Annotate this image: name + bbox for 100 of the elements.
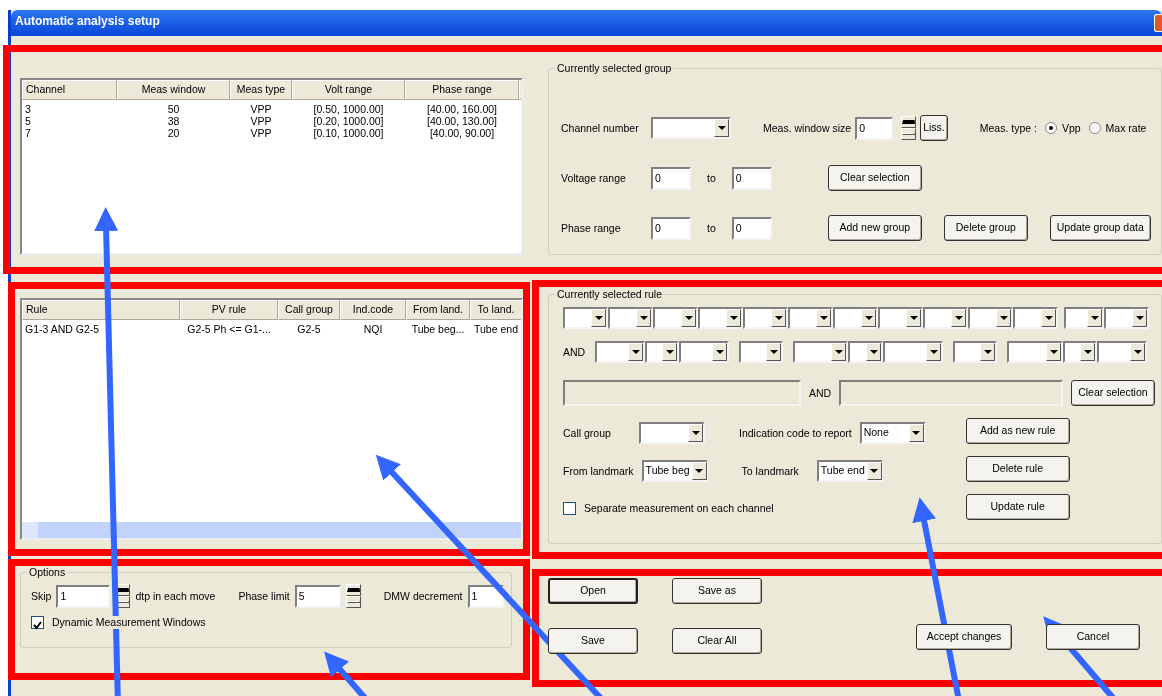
spin-buttons[interactable] [345, 584, 361, 608]
input-field[interactable]: 5 [294, 584, 341, 608]
input-field[interactable]: 0 [731, 216, 772, 240]
table-cell-text: 7 [24, 126, 32, 139]
column-header[interactable]: To land. [470, 300, 521, 320]
table-cell-text: 3 [24, 102, 32, 115]
dropdown[interactable] [1097, 341, 1147, 363]
dropdown[interactable] [1013, 307, 1058, 329]
spin-buttons[interactable] [901, 116, 917, 140]
dropdown[interactable] [878, 307, 923, 329]
spin-buttons[interactable] [115, 584, 131, 608]
table-cell-text: NQI [362, 322, 384, 335]
field-label: Indication code to report [739, 426, 852, 440]
radio-button[interactable] [1088, 122, 1101, 134]
input-field[interactable]: 1 [467, 584, 504, 608]
dropdown[interactable] [788, 307, 833, 329]
radio-label: Max rate [1105, 121, 1147, 135]
dropdown[interactable]: None [859, 422, 926, 444]
group-title: Options [27, 566, 68, 579]
dropdown[interactable]: Tube beg [641, 460, 708, 482]
window-title: Automatic analysis setup [15, 14, 160, 28]
column-header[interactable]: Ind.code [340, 300, 406, 320]
field-label: From landmark [563, 464, 634, 478]
dropdown[interactable] [653, 307, 698, 329]
column-header[interactable]: Rule [22, 300, 180, 320]
radio-label: Vpp [1061, 121, 1081, 135]
button[interactable]: Add new group [827, 215, 922, 241]
button[interactable]: Delete group [943, 215, 1028, 241]
dropdown[interactable] [953, 341, 997, 363]
dropdown[interactable] [645, 341, 679, 363]
dropdown[interactable] [739, 341, 783, 363]
radio-button[interactable] [1044, 122, 1057, 134]
dropdown[interactable] [1007, 341, 1063, 363]
input-field[interactable]: 0 [651, 166, 691, 190]
table-cell-text: G1-3 AND G2-5 [24, 322, 101, 335]
dropdown[interactable] [848, 341, 883, 363]
button[interactable]: Clear selection [1071, 380, 1155, 406]
button[interactable]: Clear selection [827, 165, 922, 191]
dropdown[interactable] [651, 117, 731, 139]
button[interactable]: Accept changes [916, 624, 1012, 650]
dropdown[interactable] [608, 307, 653, 329]
button[interactable]: Open [548, 578, 638, 604]
dropdown[interactable] [793, 341, 848, 363]
column-header[interactable]: Channel [22, 80, 117, 100]
table-cell-text: [40.00, 130.00] [425, 114, 499, 127]
column-header[interactable]: Meas type [230, 80, 292, 100]
table-cell-text: 5 [24, 114, 32, 127]
table-cell-text: [0.20, 1000.00] [312, 114, 385, 127]
field-label: To landmark [741, 464, 799, 478]
table-cell-text: G2-5 Ph <= G1-... [186, 322, 272, 335]
button[interactable]: Save as [672, 578, 762, 604]
table-cell-text: G2-5 [296, 322, 322, 335]
field-label: DMW decrement [383, 589, 463, 603]
input-field[interactable]: 0 [651, 216, 691, 240]
dropdown[interactable]: Tube end [816, 460, 883, 482]
dropdown[interactable] [595, 341, 645, 363]
dropdown[interactable] [639, 422, 705, 444]
column-header[interactable]: Phase range [405, 80, 519, 100]
table-cell-text: Tube beg... [410, 322, 466, 335]
field-label: Meas. window size [763, 121, 852, 135]
dropdown[interactable] [1104, 307, 1149, 329]
column-header[interactable]: From land. [406, 300, 470, 320]
column-header[interactable]: Volt range [292, 80, 405, 100]
dropdown[interactable] [883, 341, 943, 363]
close-button[interactable] [1154, 14, 1162, 32]
table-cell-text: Tube end [473, 322, 519, 335]
table-cell-text: [40.00, 90.00] [429, 126, 495, 139]
dropdown[interactable] [1064, 307, 1104, 329]
dropdown[interactable] [968, 307, 1013, 329]
input-field[interactable]: 0 [731, 166, 772, 190]
column-header[interactable]: Meas window [117, 80, 230, 100]
dropdown[interactable] [833, 307, 878, 329]
table-cell-text: [0.50, 1000.00] [312, 102, 385, 115]
horizontal-scrollbar[interactable] [22, 522, 521, 538]
input-field[interactable]: 1 [56, 584, 111, 608]
button[interactable]: Cancel [1046, 624, 1140, 650]
dropdown[interactable] [698, 307, 743, 329]
column-header[interactable]: Call group [278, 300, 340, 320]
input-field[interactable]: 0 [855, 116, 894, 140]
button[interactable]: Update rule [965, 494, 1070, 520]
checkbox-label: Separate measurement on each channel [584, 502, 774, 515]
button[interactable]: Save [548, 628, 638, 654]
table-cell-text: 38 [166, 114, 181, 127]
checkbox[interactable] [563, 502, 576, 515]
field-label: dtp in each move [135, 589, 216, 603]
button[interactable]: Liss. [920, 115, 948, 141]
column-header[interactable]: PV rule [180, 300, 278, 320]
dropdown[interactable] [563, 307, 608, 329]
dropdown[interactable] [1063, 341, 1097, 363]
dropdown[interactable] [923, 307, 968, 329]
dropdown[interactable] [679, 341, 729, 363]
button[interactable]: Delete rule [965, 456, 1070, 482]
button[interactable]: Clear All [672, 628, 762, 654]
button[interactable]: Add as new rule [965, 418, 1070, 444]
table-cell-text: [40.00, 160.00] [425, 102, 499, 115]
field-label: Skip [31, 589, 52, 603]
button[interactable]: Update group data [1049, 215, 1151, 241]
checkbox[interactable] [31, 616, 44, 629]
dropdown[interactable] [743, 307, 788, 329]
table-cell-text: VPP [249, 114, 273, 127]
